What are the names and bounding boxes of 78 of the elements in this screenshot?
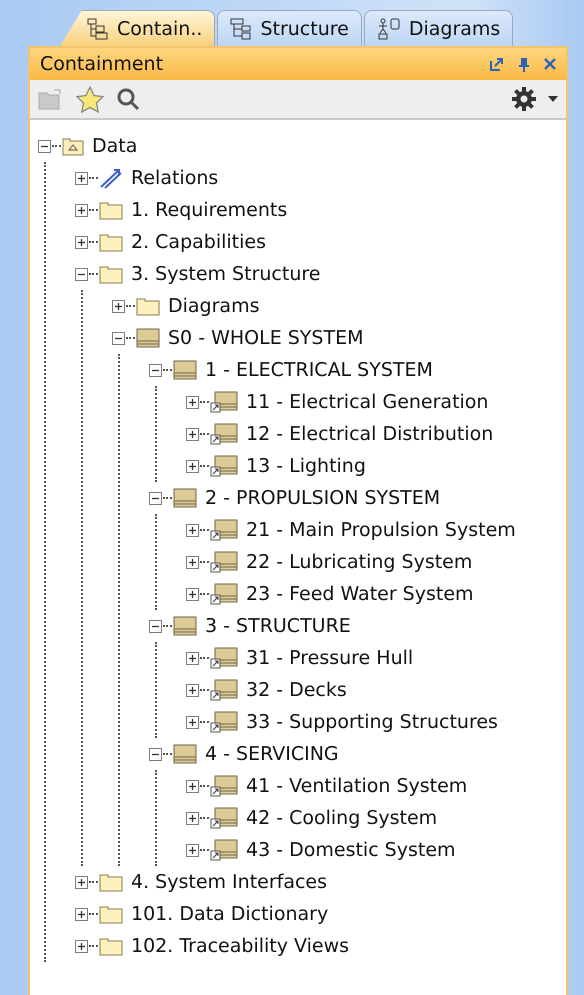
tree-item[interactable]: 2. Capabilities	[131, 231, 266, 253]
undock-icon[interactable]	[490, 57, 504, 71]
tab[interactable]: Diagrams	[364, 10, 514, 46]
tree-item[interactable]: 2 - PROPULSION SYSTEM	[205, 487, 440, 509]
expander-toggle[interactable]	[186, 556, 199, 568]
pin-icon[interactable]	[518, 56, 530, 72]
tree-icon	[87, 18, 109, 40]
folder-icon	[136, 296, 160, 316]
expander-toggle[interactable]	[75, 876, 88, 888]
tree-item[interactable]: 4. System Interfaces	[131, 871, 328, 893]
expander-toggle[interactable]	[75, 268, 88, 280]
expander-toggle[interactable]	[186, 460, 199, 472]
tree-item[interactable]: Relations	[131, 167, 218, 189]
block-icon	[173, 616, 197, 636]
folder-icon	[99, 232, 123, 252]
expander-toggle[interactable]	[75, 172, 88, 184]
tree-item[interactable]: 1. Requirements	[131, 199, 288, 221]
tree-item[interactable]: 33 - Supporting Structures	[246, 711, 498, 733]
star-icon[interactable]	[76, 86, 104, 112]
tree-item[interactable]: 32 - Decks	[246, 679, 347, 701]
expander-toggle[interactable]	[149, 748, 162, 760]
expander-toggle[interactable]	[186, 652, 199, 664]
expander-toggle[interactable]	[186, 812, 199, 824]
block-icon	[173, 360, 197, 380]
folder-icon	[99, 264, 123, 284]
tree-item[interactable]: 11 - Electrical Generation	[246, 391, 488, 413]
block-icon	[136, 328, 160, 348]
expander-toggle[interactable]	[186, 844, 199, 856]
tree-item[interactable]: 23 - Feed Water System	[246, 583, 474, 605]
expander-toggle[interactable]	[186, 396, 199, 408]
tab[interactable]: Structure	[217, 10, 362, 46]
expander-toggle[interactable]	[112, 300, 125, 312]
tab[interactable]: Contain..	[60, 10, 216, 46]
folder-icon	[99, 936, 123, 956]
folder-icon	[99, 904, 123, 924]
block-icon	[173, 744, 197, 764]
diagram-icon	[376, 18, 401, 40]
close-icon[interactable]	[544, 58, 556, 70]
tree-item[interactable]: 22 - Lubricating System	[246, 551, 472, 573]
structure-icon	[230, 18, 252, 40]
tree-item[interactable]: S0 - WHOLE SYSTEM	[168, 327, 364, 349]
tree-item[interactable]: 21 - Main Propulsion System	[246, 519, 516, 541]
tree-item[interactable]: 41 - Ventilation System	[246, 775, 468, 797]
folder-icon	[99, 872, 123, 892]
tree-item[interactable]: 1 - ELECTRICAL SYSTEM	[205, 359, 433, 381]
tree-item[interactable]: 31 - Pressure Hull	[246, 647, 414, 669]
expander-toggle[interactable]	[112, 332, 125, 344]
expander-toggle[interactable]	[75, 908, 88, 920]
expander-toggle[interactable]	[186, 716, 199, 728]
expander-toggle[interactable]	[149, 620, 162, 632]
folder-icon	[99, 200, 123, 220]
tree-item[interactable]: 3 - STRUCTURE	[205, 615, 351, 637]
tree-item[interactable]: 4 - SERVICING	[205, 743, 339, 765]
tree-item[interactable]: 3. System Structure	[131, 263, 320, 285]
tree-item[interactable]: Diagrams	[168, 295, 260, 317]
expander-toggle[interactable]	[186, 524, 199, 536]
tree-item[interactable]: 101. Data Dictionary	[131, 903, 328, 925]
tree-item[interactable]: Data	[92, 135, 138, 157]
expander-toggle[interactable]	[186, 684, 199, 696]
panel-title: Containment	[40, 53, 164, 75]
expander-toggle[interactable]	[38, 140, 51, 152]
expander-toggle[interactable]	[149, 492, 162, 504]
expander-toggle[interactable]	[75, 940, 88, 952]
relations-icon	[99, 167, 123, 189]
expander-toggle[interactable]	[186, 780, 199, 792]
tree-item[interactable]: 42 - Cooling System	[246, 807, 438, 829]
expander-toggle[interactable]	[186, 428, 199, 440]
block-icon	[173, 488, 197, 508]
caret-icon[interactable]	[548, 96, 558, 102]
search-icon[interactable]	[116, 87, 140, 111]
tree-item[interactable]: 102. Traceability Views	[131, 935, 350, 957]
expander-toggle[interactable]	[75, 204, 88, 216]
expander-toggle[interactable]	[149, 364, 162, 376]
expander-toggle[interactable]	[186, 588, 199, 600]
expander-toggle[interactable]	[75, 236, 88, 248]
tree-item[interactable]: 12 - Electrical Distribution	[246, 423, 494, 445]
tree-item[interactable]: 13 - Lighting	[246, 455, 366, 477]
tree-item[interactable]: 43 - Domestic System	[246, 839, 456, 861]
